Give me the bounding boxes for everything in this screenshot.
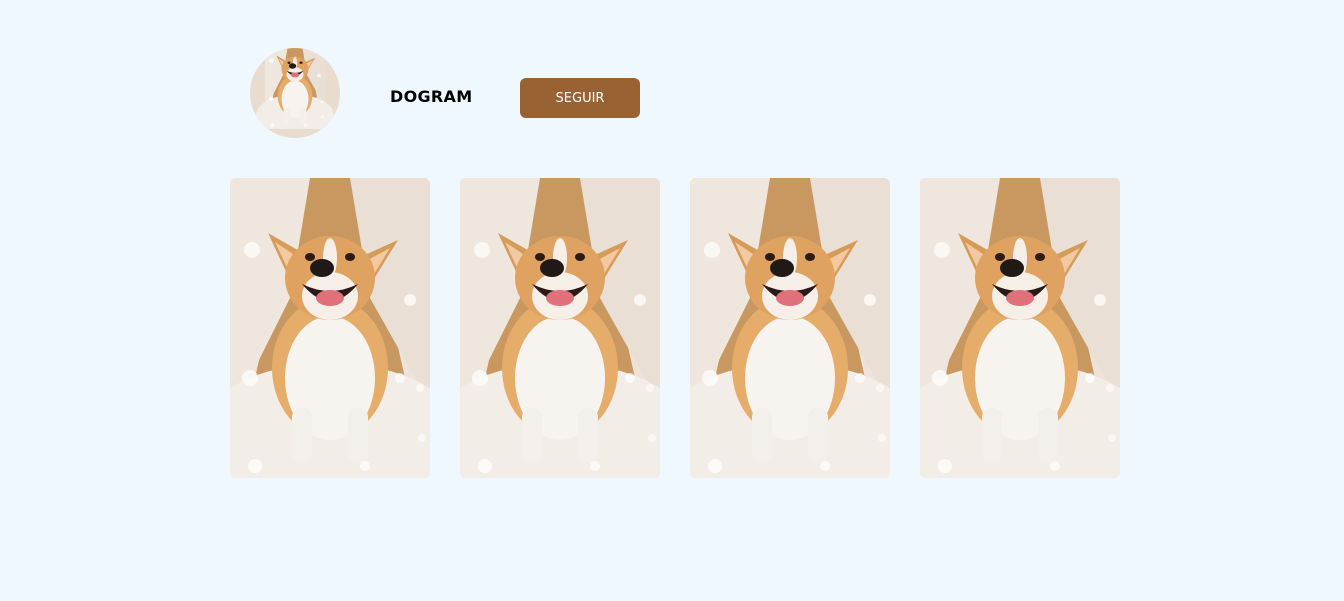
profile-name: DOGRAM bbox=[390, 87, 473, 106]
dog-photo bbox=[920, 178, 1120, 478]
photo-card[interactable] bbox=[920, 178, 1120, 478]
dog-photo bbox=[230, 178, 430, 478]
dog-photo bbox=[690, 178, 890, 478]
follow-button[interactable]: SEGUIR bbox=[520, 78, 640, 118]
photo-grid bbox=[230, 178, 1120, 478]
avatar-photo bbox=[250, 48, 340, 138]
photo-card[interactable] bbox=[460, 178, 660, 478]
photo-card[interactable] bbox=[690, 178, 890, 478]
photo-card[interactable] bbox=[230, 178, 430, 478]
avatar[interactable] bbox=[250, 48, 340, 138]
profile-header: DOGRAM SEGUIR bbox=[250, 48, 670, 138]
dog-photo bbox=[460, 178, 660, 478]
